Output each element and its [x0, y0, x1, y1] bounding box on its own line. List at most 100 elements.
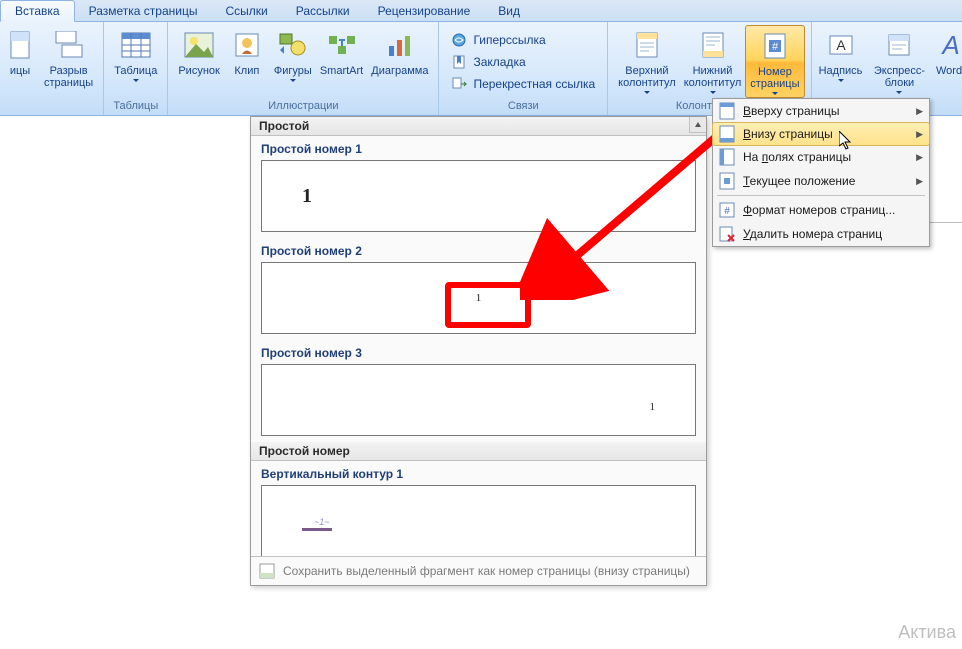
dd-margins-icon — [717, 147, 737, 167]
svg-text:#: # — [772, 41, 779, 53]
hyperlink-button[interactable]: Гиперссылка — [451, 32, 595, 48]
group-tables: Таблица Таблицы — [104, 22, 168, 115]
chart-label: Диаграмма — [371, 65, 428, 77]
crossref-button[interactable]: Перекрестная ссылка — [451, 76, 595, 92]
gallery-footer-label: Сохранить выделенный фрагмент как номер … — [283, 564, 690, 578]
textbox-label: Надпись — [819, 65, 863, 77]
footer-icon — [697, 29, 729, 61]
gallery-scroll-up[interactable] — [689, 117, 706, 133]
pagenumber-drop-arrow — [772, 92, 778, 95]
clip-label: Клип — [234, 65, 259, 77]
textbox-icon: A — [825, 29, 857, 61]
hyperlink-icon — [451, 32, 467, 48]
quickparts-label: Экспресс-блоки — [868, 65, 932, 89]
links-stack: Гиперссылка Закладка Перекрестная ссылка — [445, 25, 601, 98]
page-break-l1: Разрыв — [50, 65, 88, 77]
crossref-label: Перекрестная ссылка — [473, 77, 595, 91]
smartart-icon — [326, 29, 358, 61]
table-label: Таблица — [114, 65, 157, 77]
tab-insert[interactable]: Вставка — [0, 0, 75, 22]
pagenumber-button[interactable]: # Номер страницы — [745, 25, 804, 98]
pagenumber-label2: страницы — [750, 78, 799, 90]
footer-button[interactable]: Нижний колонтитул — [680, 25, 746, 98]
dd-margins-label: олях страницы — [768, 150, 851, 164]
header-button[interactable]: Верхний колонтитул — [614, 25, 680, 98]
smartart-label: SmartArt — [320, 65, 363, 77]
shapes-button[interactable]: Фигуры — [270, 25, 316, 98]
group-pages: ицы Разрыв страницы — [0, 22, 104, 115]
dd-remove-label: далить номера страниц — [750, 227, 882, 241]
thumb3-sample: 1 — [650, 401, 656, 413]
table-button[interactable]: Таблица — [110, 25, 161, 98]
thumb2[interactable]: 1 — [261, 262, 696, 334]
tab-review[interactable]: Рецензирование — [364, 1, 485, 21]
tab-links[interactable]: Ссылки — [211, 1, 281, 21]
dd-top-of-page[interactable]: Вверху страницы ▶ — [713, 99, 929, 123]
cover-page-icon — [4, 29, 36, 61]
pages-group-label — [0, 98, 97, 115]
footer-drop-arrow — [710, 91, 716, 94]
gallery-body: Простой номер 1 1 Простой номер 2 1 Прос… — [251, 136, 706, 556]
thumb1[interactable]: 1 — [261, 160, 696, 232]
shapes-drop-arrow — [290, 79, 296, 82]
dd-top-label: верху страницы — [751, 104, 839, 118]
dd-bottom-of-page[interactable]: Внизу страницы ▶ — [712, 122, 930, 146]
picture-icon — [183, 29, 215, 61]
chart-button[interactable]: Диаграмма — [367, 25, 432, 98]
thumb4-title: Вертикальный контур 1 — [251, 461, 706, 485]
dd-remove-numbers[interactable]: Удалить номера страниц — [713, 222, 929, 246]
page-break-button[interactable]: Разрыв страницы — [40, 25, 97, 98]
quickparts-button[interactable]: Экспресс-блоки — [864, 25, 936, 98]
cover-page-partial-label: ицы — [10, 65, 30, 77]
dd-format-icon: # — [717, 200, 737, 220]
dd-separator — [717, 195, 925, 196]
header-icon — [631, 29, 663, 61]
dd-format-numbers[interactable]: # Формат номеров страниц... — [713, 198, 929, 222]
footer-label1: Нижний — [693, 65, 733, 77]
illustrations-group-label: Иллюстрации — [174, 98, 432, 115]
table-drop-arrow — [133, 79, 139, 82]
gallery-footer[interactable]: Сохранить выделенный фрагмент как номер … — [251, 556, 706, 585]
thumb2-title: Простой номер 2 — [251, 238, 706, 262]
expand-arrow-icon: ▶ — [916, 129, 923, 140]
textbox-button[interactable]: A Надпись — [818, 25, 864, 98]
thumb4[interactable]: ~1~ — [261, 485, 696, 556]
smartart-button[interactable]: SmartArt — [316, 25, 367, 98]
hyperlink-label: Гиперссылка — [473, 33, 545, 47]
chart-icon — [384, 29, 416, 61]
links-group-label: Связи — [445, 98, 601, 115]
dd-remove-icon — [717, 224, 737, 244]
dd-bottom-label: низу страницы — [751, 127, 833, 141]
expand-arrow-icon: ▶ — [916, 106, 923, 117]
tab-layout[interactable]: Разметка страницы — [75, 1, 212, 21]
tab-mailings[interactable]: Рассылки — [282, 1, 364, 21]
expand-arrow-icon: ▶ — [916, 176, 923, 187]
dd-current-label: екущее положение — [750, 174, 856, 188]
dd-page-margins[interactable]: На полях страницы ▶ — [713, 145, 929, 169]
bookmark-label: Закладка — [473, 55, 525, 69]
clip-button[interactable]: Клип — [224, 25, 270, 98]
bookmark-button[interactable]: Закладка — [451, 54, 595, 70]
picture-button[interactable]: Рисунок — [174, 25, 224, 98]
svg-text:#: # — [724, 206, 730, 217]
tab-view[interactable]: Вид — [484, 1, 534, 21]
quickparts-drop-arrow — [896, 91, 902, 94]
wordart-button[interactable]: A WordA — [935, 25, 962, 98]
cover-page-button-partial[interactable]: ицы — [0, 25, 40, 98]
footer-label2: колонтитул — [684, 77, 742, 89]
page-break-l2: страницы — [44, 77, 93, 89]
dd-top-icon — [717, 101, 737, 121]
gallery-header-simple: Простой — [251, 117, 706, 136]
pagenumber-label1: Номер — [758, 66, 792, 78]
thumb3[interactable]: 1 — [261, 364, 696, 436]
ribbon-tabs: Вставка Разметка страницы Ссылки Рассылк… — [0, 0, 962, 22]
group-illustrations: Рисунок Клип Фигуры SmartArt — [168, 22, 439, 115]
wordart-label: WordA — [936, 65, 962, 77]
crossref-icon — [451, 76, 467, 92]
pagenumber-dropdown: Вверху страницы ▶ Внизу страницы ▶ На по… — [712, 98, 930, 247]
dd-bottom-icon — [717, 124, 737, 144]
dd-current-position[interactable]: Текущее положение ▶ — [713, 169, 929, 193]
dd-current-icon — [717, 171, 737, 191]
shapes-icon — [277, 29, 309, 61]
page-break-icon — [53, 29, 85, 61]
